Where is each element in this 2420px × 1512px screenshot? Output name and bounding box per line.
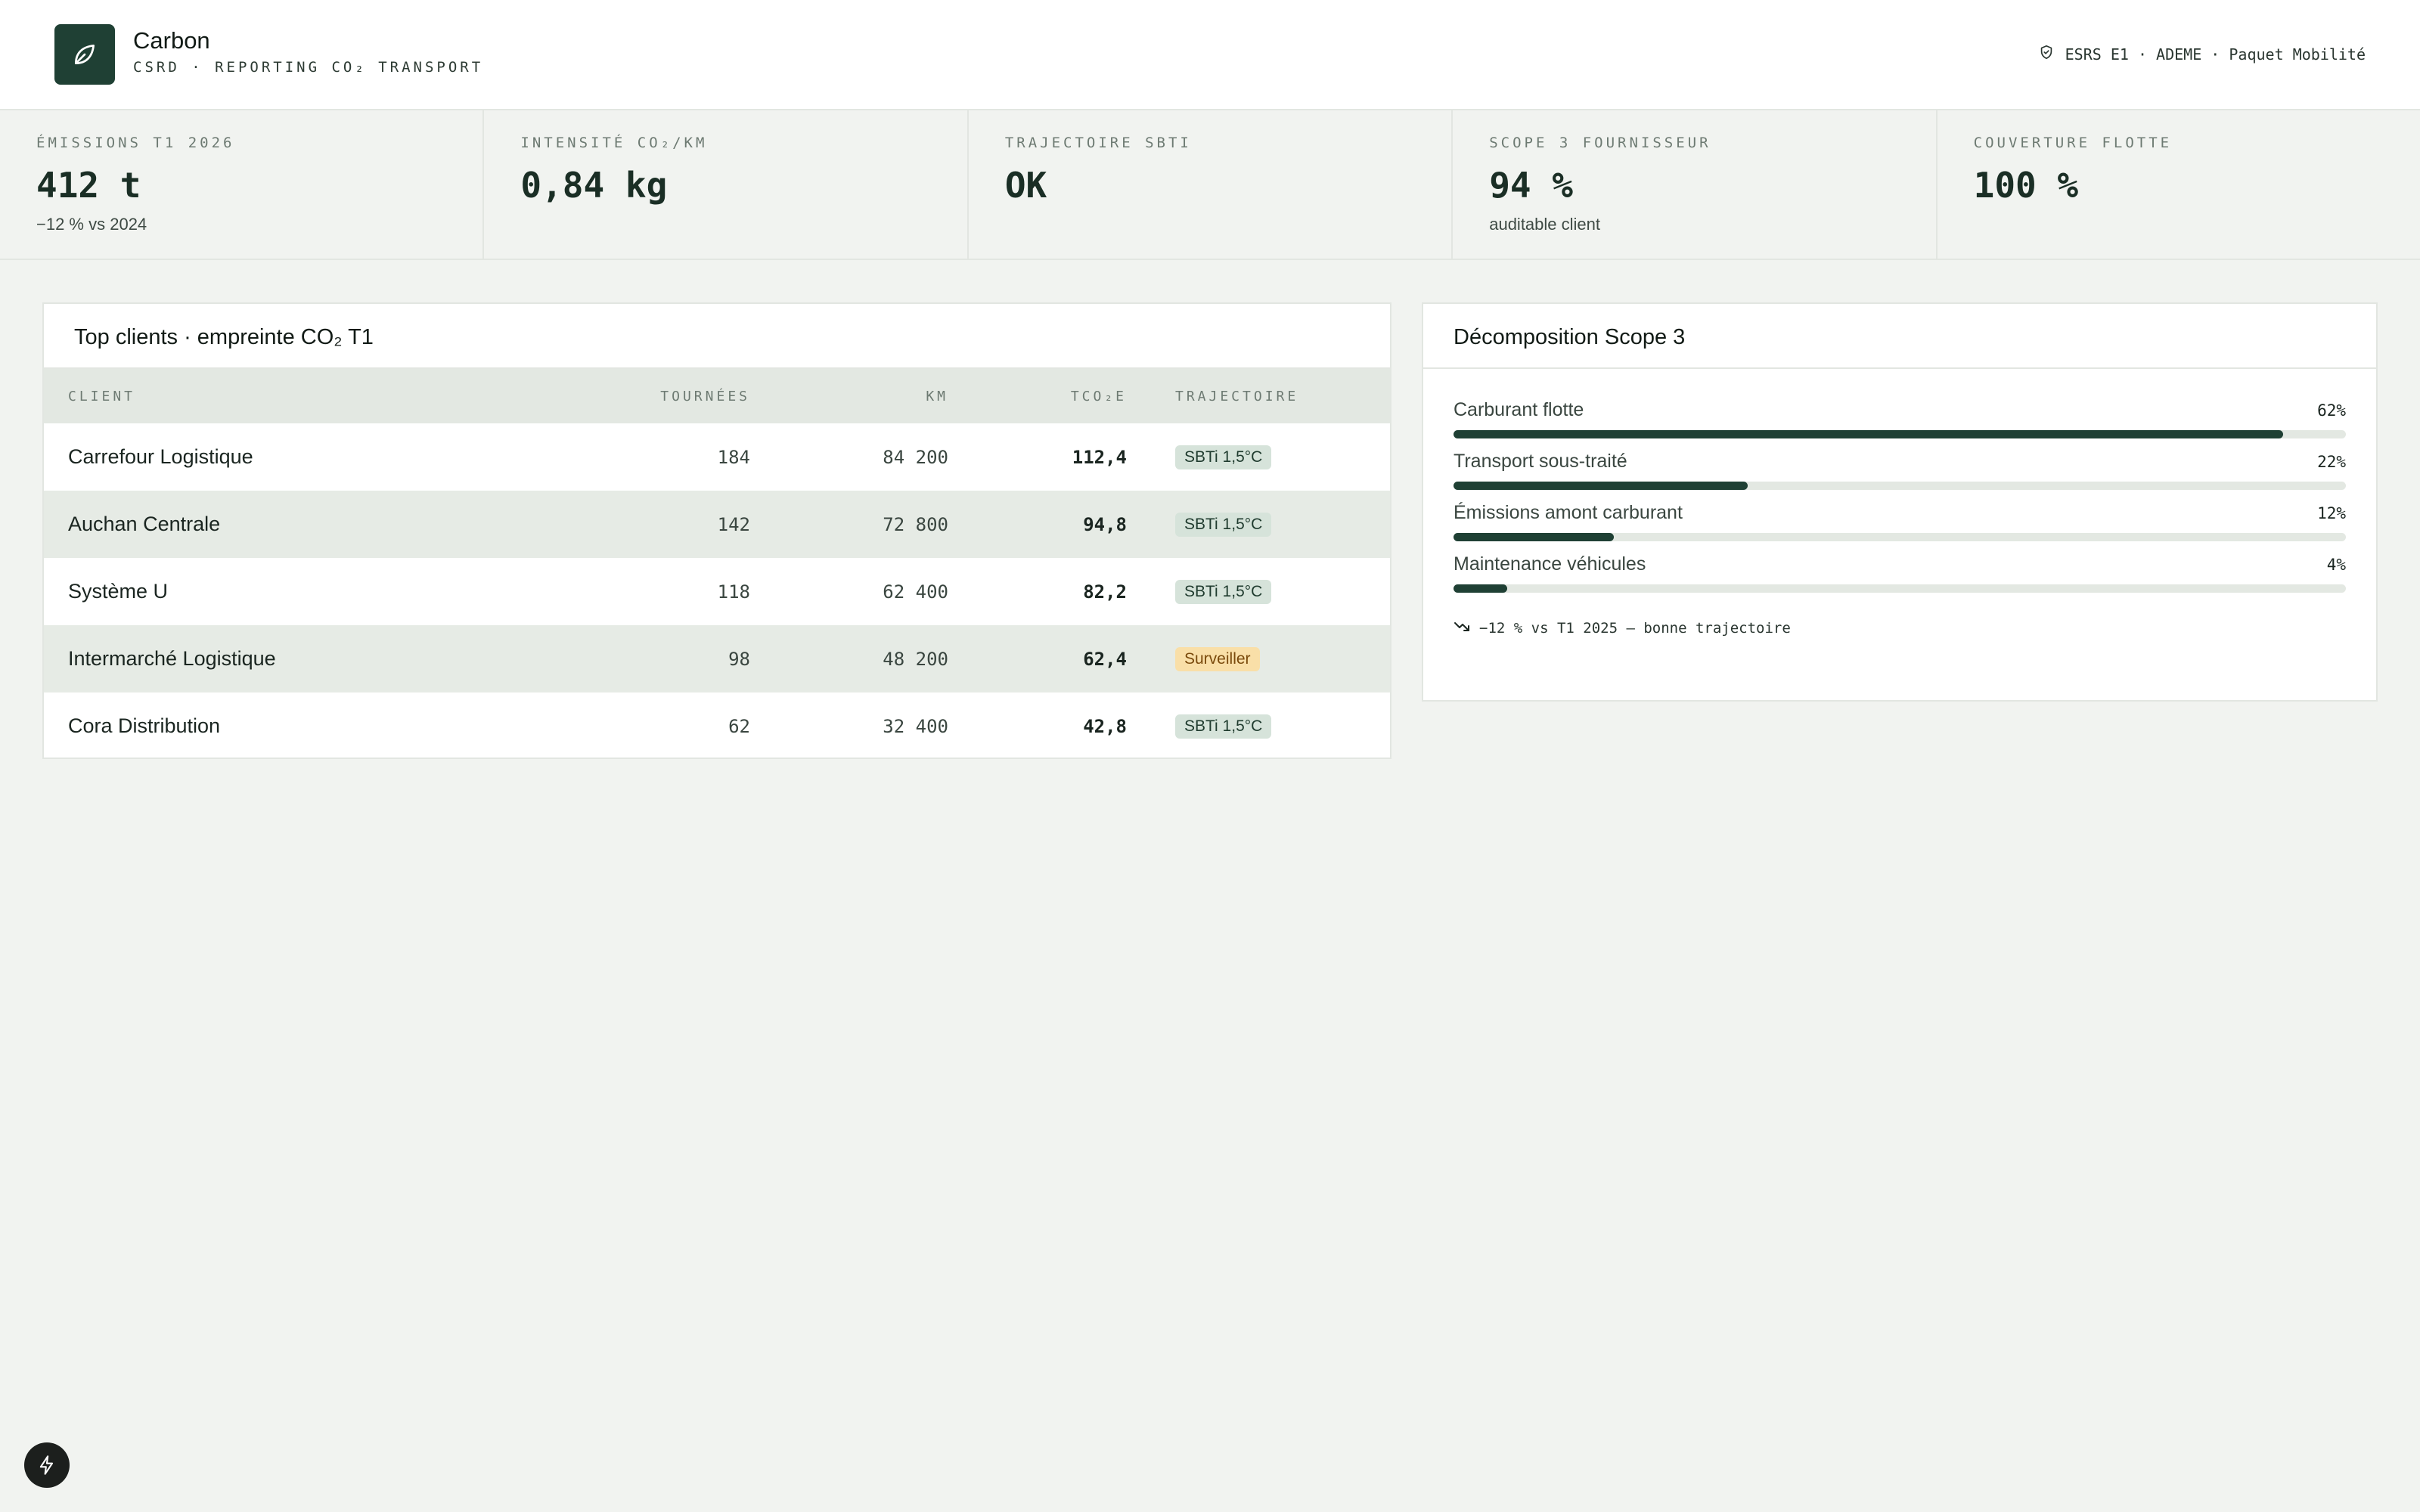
kpi-emissions: ÉMISSIONS T1 2026 412 t −12 % vs 2024 [0,110,485,259]
kpi-label: COUVERTURE FLOTTE [1973,135,2173,151]
kpi-note: −12 % vs 2024 [36,215,147,234]
table-row[interactable]: Système U 118 62 400 82,2 SBTi 1,5°C [44,558,1390,625]
tco2e-value: 62,4 [1083,648,1127,670]
scope3-label: Émissions amont carburant [1454,502,1683,523]
trajectory-badge: SBTi 1,5°C [1175,512,1272,537]
scope3-percent: 62% [2317,401,2346,420]
km-value: 84 200 [883,446,948,468]
progress-fill [1454,430,2284,438]
km-value: 48 200 [883,648,948,670]
km-value: 62 400 [883,581,948,603]
scope3-percent: 12% [2317,504,2346,522]
column-header-tournees[interactable]: TOURNÉES [543,389,750,404]
tco2e-value: 94,8 [1083,513,1127,535]
tournees-value: 142 [717,513,750,535]
tco2e-value: 82,2 [1083,581,1127,603]
kpi-strip: ÉMISSIONS T1 2026 412 t −12 % vs 2024 IN… [0,110,2420,260]
table-row[interactable]: Cora Distribution 62 32 400 42,8 SBTi 1,… [44,692,1390,760]
lightning-icon[interactable] [24,1442,70,1488]
client-name: Cora Distribution [68,714,221,737]
client-name: Auchan Centrale [68,513,221,535]
tco2e-value: 42,8 [1083,715,1127,737]
scope3-percent: 22% [2317,453,2346,471]
km-value: 72 800 [883,513,948,535]
progress-track [1454,430,2346,438]
top-clients-card: Top clients · empreinte CO₂ T1 CLIENT TO… [42,302,1392,759]
compliance-indicator: ESRS E1 · ADEME · Paquet Mobilité [2038,42,2366,67]
trajectory-badge: SBTi 1,5°C [1175,714,1272,739]
km-value: 32 400 [883,715,948,737]
scope3-card: Décomposition Scope 3 Carburant flotte 6… [1422,302,2378,702]
kpi-value: 412 t [36,165,141,206]
column-header-trajectoire[interactable]: TRAJECTOIRE [1127,389,1298,404]
column-header-km[interactable]: KM [750,389,948,404]
app-title: Carbon [133,27,210,54]
scope3-item: Carburant flotte 62% [1454,399,2346,438]
scope3-percent: 4% [2326,556,2346,574]
scope3-bars: Carburant flotte 62% Transport sous-trai… [1423,369,2376,593]
kpi-fleet-coverage: COUVERTURE FLOTTE 100 % [1937,110,2420,259]
trajectory-badge-warning: Surveiller [1175,646,1260,671]
table-row[interactable]: Auchan Centrale 142 72 800 94,8 SBTi 1,5… [44,491,1390,558]
client-name: Carrefour Logistique [68,445,253,468]
kpi-intensity: INTENSITÉ CO₂/KM 0,84 kg [484,110,969,259]
kpi-label: SCOPE 3 FOURNISSEUR [1489,135,1711,151]
kpi-sbti: TRAJECTOIRE SBTI OK [968,110,1454,259]
scope3-note-text: −12 % vs T1 2025 — bonne trajectoire [1479,620,1791,637]
progress-fill [1454,533,1615,541]
leaf-icon[interactable] [54,24,115,85]
scope3-label: Maintenance véhicules [1454,553,1646,575]
shield-check-icon [2038,44,2055,65]
kpi-label: TRAJECTOIRE SBTI [1004,135,1192,151]
tournees-value: 62 [728,715,750,737]
tco2e-value: 112,4 [1072,446,1127,468]
kpi-value: 0,84 kg [520,165,668,206]
kpi-value: 100 % [1973,165,2079,206]
kpi-scope3: SCOPE 3 FOURNISSEUR 94 % auditable clien… [1453,110,1938,259]
card-title: Top clients · empreinte CO₂ T1 [44,304,1390,369]
progress-track [1454,533,2346,541]
scope3-label: Transport sous-traité [1454,451,1627,472]
kpi-label: INTENSITÉ CO₂/KM [520,135,708,151]
scope3-item: Émissions amont carburant 12% [1454,502,2346,541]
compliance-text: ESRS E1 · ADEME · Paquet Mobilité [2065,45,2366,64]
tournees-value: 184 [717,446,750,468]
table-header: CLIENT TOURNÉES KM TCO₂E TRAJECTOIRE [44,369,1390,423]
tournees-value: 118 [717,581,750,603]
trajectory-badge: SBTi 1,5°C [1175,579,1272,604]
column-header-client[interactable]: CLIENT [44,389,543,404]
column-header-tco2e[interactable]: TCO₂E [948,389,1127,404]
tournees-value: 98 [728,648,750,670]
client-name: Intermarché Logistique [68,647,276,670]
kpi-value: OK [1004,165,1047,206]
table-row[interactable]: Intermarché Logistique 98 48 200 62,4 Su… [44,625,1390,692]
scope3-note: −12 % vs T1 2025 — bonne trajectoire [1423,605,2376,637]
kpi-value: 94 % [1489,165,1573,206]
progress-fill [1454,584,1507,593]
client-name: Système U [68,580,169,603]
app-header: Carbon CSRD · REPORTING CO₂ TRANSPORT ES… [0,0,2420,110]
scope3-item: Transport sous-traité 22% [1454,451,2346,490]
progress-track [1454,482,2346,490]
kpi-note: auditable client [1489,215,1600,234]
progress-fill [1454,482,1748,490]
trend-down-icon [1454,620,1470,637]
scope3-item: Maintenance véhicules 4% [1454,553,2346,593]
progress-track [1454,584,2346,593]
trajectory-badge: SBTi 1,5°C [1175,445,1272,469]
app-subtitle: CSRD · REPORTING CO₂ TRANSPORT [133,59,484,76]
kpi-label: ÉMISSIONS T1 2026 [36,135,235,151]
card-title: Décomposition Scope 3 [1423,304,2376,369]
table-row[interactable]: Carrefour Logistique 184 84 200 112,4 SB… [44,423,1390,491]
scope3-label: Carburant flotte [1454,399,1584,420]
